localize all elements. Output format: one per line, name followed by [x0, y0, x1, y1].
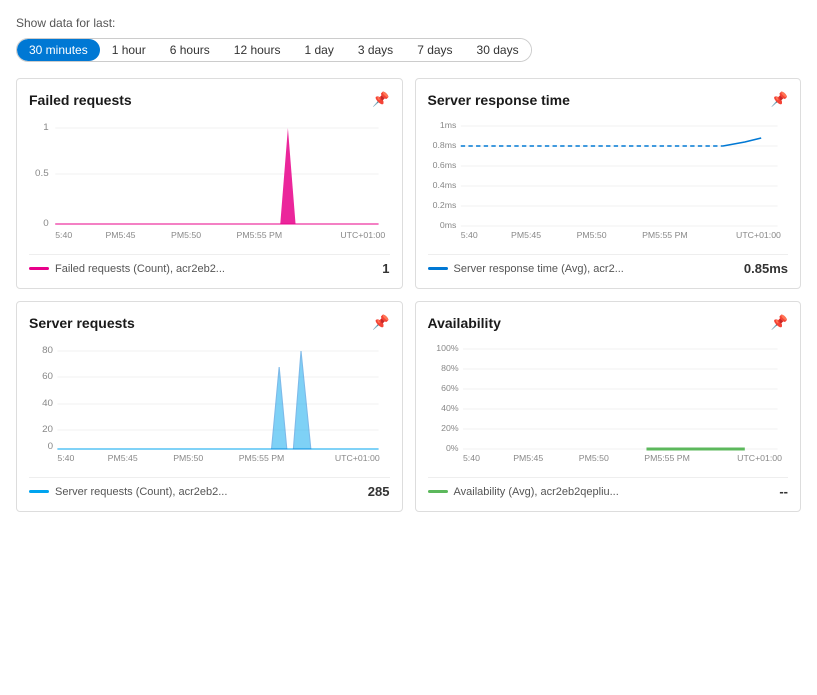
availability-chart: 100% 80% 60% 40% 20% 0% 5:40 PM5:45 PM5:… — [428, 339, 789, 469]
svg-text:PM5:55 PM: PM5:55 PM — [239, 453, 285, 463]
svg-text:0%: 0% — [445, 443, 458, 453]
svg-text:UTC+01:00: UTC+01:00 — [737, 453, 782, 463]
server-response-chart: 1ms 0.8ms 0.6ms 0.4ms 0.2ms 0ms 5:40 — [428, 116, 789, 246]
svg-text:0ms: 0ms — [439, 220, 455, 230]
availability-pin[interactable]: 📌 — [771, 314, 788, 331]
server-requests-title: Server requests — [29, 315, 135, 331]
availability-legend: Availability (Avg), acr2eb2qepliu... — [428, 486, 619, 498]
server-response-card: Server response time 📌 1ms 0.8ms 0.6ms 0… — [415, 78, 802, 289]
svg-text:PM5:50: PM5:50 — [576, 230, 606, 240]
filter-3days[interactable]: 3 days — [346, 39, 405, 61]
availability-title: Availability — [428, 315, 501, 331]
failed-requests-title: Failed requests — [29, 92, 132, 108]
svg-text:5:40: 5:40 — [462, 453, 479, 463]
filter-1day[interactable]: 1 day — [292, 39, 345, 61]
availability-value: -- — [779, 484, 788, 499]
charts-grid: Failed requests 📌 1 0.5 0 5:40 PM5:45 — [16, 78, 801, 512]
svg-text:PM5:45: PM5:45 — [513, 453, 543, 463]
show-data-label: Show data for last: — [16, 16, 801, 30]
failed-requests-value: 1 — [382, 261, 389, 276]
filter-1hour[interactable]: 1 hour — [100, 39, 158, 61]
filter-6hours[interactable]: 6 hours — [158, 39, 222, 61]
svg-text:PM5:45: PM5:45 — [105, 230, 135, 240]
svg-text:PM5:45: PM5:45 — [108, 453, 138, 463]
filter-30min[interactable]: 30 minutes — [17, 39, 100, 61]
svg-text:PM5:50: PM5:50 — [173, 453, 203, 463]
svg-text:PM5:55 PM: PM5:55 PM — [642, 230, 688, 240]
filter-30days[interactable]: 30 days — [465, 39, 531, 61]
svg-text:80: 80 — [42, 344, 53, 355]
svg-text:0: 0 — [48, 440, 53, 451]
svg-text:60%: 60% — [441, 383, 459, 393]
svg-text:0.4ms: 0.4ms — [432, 180, 456, 190]
svg-text:PM5:55 PM: PM5:55 PM — [237, 230, 283, 240]
svg-text:80%: 80% — [441, 363, 459, 373]
svg-text:0.5: 0.5 — [35, 167, 49, 178]
server-requests-legend: Server requests (Count), acr2eb2... — [29, 486, 227, 498]
svg-text:0.6ms: 0.6ms — [432, 160, 456, 170]
failed-requests-legend: Failed requests (Count), acr2eb2... — [29, 263, 225, 275]
svg-text:0.2ms: 0.2ms — [432, 200, 456, 210]
svg-text:PM5:50: PM5:50 — [578, 453, 608, 463]
server-requests-card: Server requests 📌 80 60 40 20 0 — [16, 301, 403, 512]
svg-text:1ms: 1ms — [439, 120, 455, 130]
svg-text:PM5:55 PM: PM5:55 PM — [644, 453, 690, 463]
svg-text:UTC+01:00: UTC+01:00 — [335, 453, 380, 463]
failed-requests-card: Failed requests 📌 1 0.5 0 5:40 PM5:45 — [16, 78, 403, 289]
svg-text:0.8ms: 0.8ms — [432, 140, 456, 150]
server-response-legend: Server response time (Avg), acr2... — [428, 263, 624, 275]
svg-text:1: 1 — [43, 121, 48, 132]
time-filter-bar: 30 minutes 1 hour 6 hours 12 hours 1 day… — [16, 38, 532, 62]
svg-text:5:40: 5:40 — [57, 453, 74, 463]
svg-text:100%: 100% — [436, 343, 459, 353]
svg-text:5:40: 5:40 — [460, 230, 477, 240]
filter-12hours[interactable]: 12 hours — [222, 39, 293, 61]
svg-text:40: 40 — [42, 397, 53, 408]
svg-text:20: 20 — [42, 423, 53, 434]
svg-text:40%: 40% — [441, 403, 459, 413]
svg-text:20%: 20% — [441, 423, 459, 433]
failed-requests-chart: 1 0.5 0 5:40 PM5:45 PM5:50 PM5:55 PM UTC… — [29, 116, 390, 246]
server-response-pin[interactable]: 📌 — [771, 91, 788, 108]
svg-text:UTC+01:00: UTC+01:00 — [736, 230, 781, 240]
svg-text:0: 0 — [43, 217, 48, 228]
svg-text:PM5:50: PM5:50 — [171, 230, 201, 240]
filter-7days[interactable]: 7 days — [405, 39, 464, 61]
failed-requests-pin[interactable]: 📌 — [372, 91, 389, 108]
server-response-title: Server response time — [428, 92, 570, 108]
svg-text:5:40: 5:40 — [55, 230, 72, 240]
svg-text:UTC+01:00: UTC+01:00 — [340, 230, 385, 240]
server-requests-chart: 80 60 40 20 0 5:40 PM5:45 — [29, 339, 390, 469]
svg-text:60: 60 — [42, 370, 53, 381]
server-requests-value: 285 — [368, 484, 390, 499]
availability-card: Availability 📌 100% 80% 60% 40% 20% 0% — [415, 301, 802, 512]
server-response-value: 0.85ms — [744, 261, 788, 276]
svg-text:PM5:45: PM5:45 — [511, 230, 541, 240]
server-requests-pin[interactable]: 📌 — [372, 314, 389, 331]
